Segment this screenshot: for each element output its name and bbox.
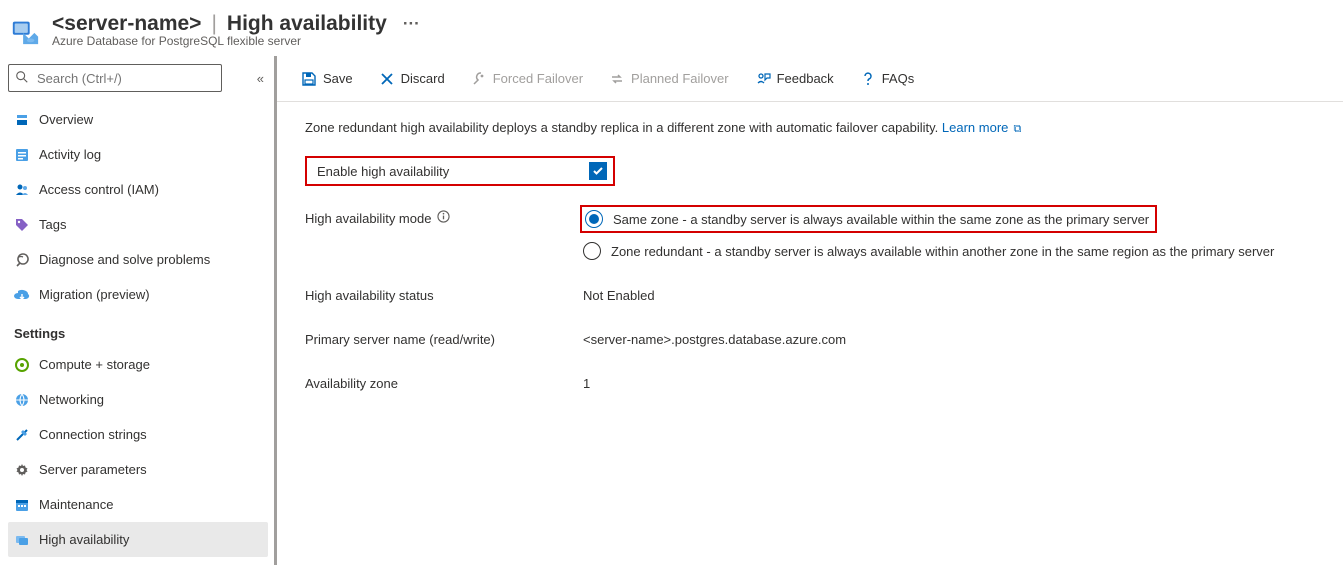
learn-more-link[interactable]: Learn more ⧉: [942, 120, 1021, 135]
sidebar-item-migration[interactable]: Migration (preview): [8, 277, 268, 312]
ha-mode-zone-redundant-radio[interactable]: Zone redundant - a standby server is alw…: [583, 242, 1274, 260]
availability-zone-label: Availability zone: [305, 376, 398, 391]
sidebar: « Overview Activity log Access control (…: [0, 56, 275, 565]
ha-status-label: High availability status: [305, 288, 434, 303]
ha-status-value: Not Enabled: [583, 286, 655, 303]
intro-text: Zone redundant high availability deploys…: [305, 120, 1319, 136]
connection-strings-icon: [14, 427, 30, 443]
sidebar-item-access-control[interactable]: Access control (IAM): [8, 172, 268, 207]
save-label: Save: [323, 71, 353, 86]
help-icon: [860, 71, 876, 87]
diagnose-icon: [14, 252, 30, 268]
collapse-sidebar-button[interactable]: «: [253, 67, 268, 90]
enable-ha-label: Enable high availability: [312, 164, 449, 179]
sidebar-item-diagnose[interactable]: Diagnose and solve problems: [8, 242, 268, 277]
feedback-icon: [755, 71, 771, 87]
radio-indicator: [585, 210, 603, 228]
discard-label: Discard: [401, 71, 445, 86]
more-actions-button[interactable]: ···: [397, 14, 426, 34]
save-button[interactable]: Save: [293, 63, 361, 95]
sidebar-item-label: Access control (IAM): [39, 182, 159, 197]
command-bar: Save Discard Forced Failover Planned Fai…: [277, 56, 1343, 102]
sidebar-item-tags[interactable]: Tags: [8, 207, 268, 242]
sidebar-item-label: Migration (preview): [39, 287, 150, 302]
network-icon: [14, 392, 30, 408]
external-link-icon: ⧉: [1010, 123, 1021, 135]
discard-icon: [379, 71, 395, 87]
availability-zone-value: 1: [583, 374, 590, 391]
feedback-label: Feedback: [777, 71, 834, 86]
forced-failover-icon: [471, 71, 487, 87]
gear-icon: [14, 462, 30, 478]
faqs-button[interactable]: FAQs: [852, 63, 923, 95]
server-resource-icon: [10, 16, 40, 46]
iam-icon: [14, 182, 30, 198]
feedback-button[interactable]: Feedback: [747, 63, 842, 95]
radio-label: Zone redundant - a standby server is alw…: [611, 244, 1274, 259]
sidebar-item-label: Overview: [39, 112, 93, 127]
sidebar-item-activity-log[interactable]: Activity log: [8, 137, 268, 172]
sidebar-item-label: Server parameters: [39, 462, 147, 477]
ha-mode-same-zone-highlight: Same zone - a standby server is always a…: [580, 205, 1157, 233]
enable-ha-checkbox[interactable]: [589, 162, 607, 180]
search-icon: [15, 70, 29, 87]
radio-label: Same zone - a standby server is always a…: [613, 212, 1149, 227]
activity-log-icon: [14, 147, 30, 163]
search-input[interactable]: [8, 64, 222, 92]
ha-mode-same-zone-radio[interactable]: Same zone - a standby server is always a…: [583, 208, 1274, 230]
sidebar-item-compute-storage[interactable]: Compute + storage: [8, 347, 268, 382]
enable-ha-highlight: Enable high availability: [305, 156, 615, 186]
main-content: Save Discard Forced Failover Planned Fai…: [274, 56, 1343, 565]
planned-failover-icon: [609, 71, 625, 87]
radio-indicator: [583, 242, 601, 260]
save-icon: [301, 71, 317, 87]
sidebar-item-high-availability[interactable]: High availability: [8, 522, 268, 557]
sidebar-item-server-parameters[interactable]: Server parameters: [8, 452, 268, 487]
sidebar-item-connection-strings[interactable]: Connection strings: [8, 417, 268, 452]
sidebar-item-label: Maintenance: [39, 497, 113, 512]
sidebar-item-overview[interactable]: Overview: [8, 102, 268, 137]
forced-failover-button: Forced Failover: [463, 63, 591, 95]
page-title: High availability: [227, 12, 387, 36]
primary-server-value: <server-name>.postgres.database.azure.co…: [583, 330, 846, 347]
migration-icon: [14, 287, 30, 303]
faqs-label: FAQs: [882, 71, 915, 86]
info-icon[interactable]: [437, 210, 450, 226]
forced-failover-label: Forced Failover: [493, 71, 583, 86]
planned-failover-button: Planned Failover: [601, 63, 737, 95]
sidebar-item-label: Compute + storage: [39, 357, 150, 372]
sidebar-item-maintenance[interactable]: Maintenance: [8, 487, 268, 522]
sidebar-item-label: Tags: [39, 217, 66, 232]
ha-mode-label: High availability mode: [305, 211, 431, 226]
title-separator: |: [211, 12, 216, 36]
sidebar-item-label: Activity log: [39, 147, 101, 162]
overview-icon: [14, 112, 30, 128]
compute-icon: [14, 357, 30, 373]
discard-button[interactable]: Discard: [371, 63, 453, 95]
server-name-title: <server-name>: [52, 12, 201, 36]
resource-type-subtitle: Azure Database for PostgreSQL flexible s…: [52, 34, 1333, 48]
sidebar-item-label: Diagnose and solve problems: [39, 252, 210, 267]
page-header: <server-name> | High availability ··· Az…: [0, 0, 1343, 56]
maintenance-icon: [14, 497, 30, 513]
planned-failover-label: Planned Failover: [631, 71, 729, 86]
sidebar-item-label: Networking: [39, 392, 104, 407]
sidebar-section-settings: Settings: [8, 312, 268, 347]
sidebar-item-label: High availability: [39, 532, 129, 547]
sidebar-item-networking[interactable]: Networking: [8, 382, 268, 417]
sidebar-item-label: Connection strings: [39, 427, 147, 442]
primary-server-label: Primary server name (read/write): [305, 332, 495, 347]
high-availability-icon: [14, 532, 30, 548]
tags-icon: [14, 217, 30, 233]
